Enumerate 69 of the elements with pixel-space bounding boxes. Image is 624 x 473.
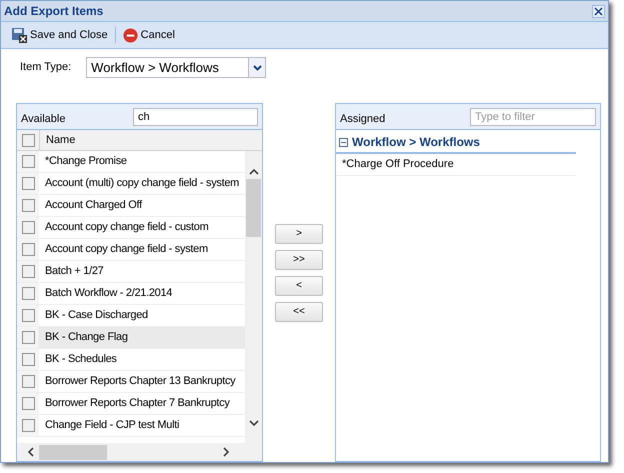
checkbox[interactable] — [22, 287, 34, 300]
item-type-label: Item Type: — [20, 60, 72, 76]
move-button[interactable]: < — [275, 276, 323, 296]
checkbox[interactable] — [22, 419, 34, 432]
vertical-scrollbar[interactable] — [245, 151, 262, 443]
list-row[interactable]: Borrower Reports Chapter 13 Bankruptcy — [17, 371, 245, 393]
save-button[interactable]: Save and Close — [10, 26, 109, 44]
panel-title: Assigned — [340, 112, 386, 128]
list-row[interactable]: Account Charged Off — [17, 195, 245, 217]
group-header[interactable]: Workflow > Workflows — [336, 132, 576, 154]
scroll-right-icon — [223, 447, 230, 457]
list-row[interactable]: *Change Promise — [17, 151, 245, 173]
scrollbar-thumb[interactable] — [39, 444, 107, 460]
checkbox[interactable] — [22, 309, 34, 322]
checkbox[interactable] — [22, 265, 34, 278]
panel-title: Available — [21, 112, 66, 128]
row-label: Batch + 1/27 — [44, 264, 104, 280]
close-icon — [594, 6, 603, 16]
row-label: Account copy change field - custom — [44, 220, 208, 236]
checkbox[interactable] — [22, 221, 34, 234]
checkbox[interactable] — [22, 375, 34, 388]
move-button[interactable]: >> — [275, 250, 323, 270]
row-label: Borrower Reports Chapter 13 Bankruptcy — [44, 374, 236, 390]
scrollbar-thumb[interactable] — [246, 179, 261, 237]
scroll-up-icon — [248, 168, 258, 175]
move-button[interactable]: << — [275, 302, 323, 322]
assigned-row[interactable]: *Charge Off Procedure — [336, 154, 576, 176]
list-row[interactable]: Account copy change field - system — [17, 239, 245, 261]
list-row[interactable]: BK - Schedules — [17, 349, 245, 371]
row-label: Account copy change field - system — [44, 242, 208, 258]
checkbox[interactable] — [22, 353, 34, 366]
list-row[interactable]: BK - Case Discharged — [17, 305, 245, 327]
list-row[interactable]: BK - Change Flag — [17, 327, 245, 349]
list-row[interactable]: Account (multi) copy change field - system — [17, 173, 245, 195]
row-label: Batch Workflow - 2/21.2014 — [44, 286, 172, 302]
list-row[interactable]: Batch + 1/27 — [17, 261, 245, 283]
item-type-dropdown[interactable]: Workflow > Workflows — [86, 57, 266, 78]
collapse-icon — [339, 138, 348, 146]
cancel-icon — [122, 28, 138, 42]
list-row[interactable]: Change Field - CJP test Multi — [17, 415, 245, 437]
checkbox[interactable] — [22, 243, 34, 256]
row-label: *Change Promise — [44, 154, 127, 170]
row-label: Change Field - CJP test Multi — [44, 418, 180, 434]
list-row[interactable]: Borrower Reports Chapter 7 Bankruptcy — [17, 393, 245, 415]
list-row[interactable]: Account copy change field - custom — [17, 217, 245, 239]
row-label: BK - Change Flag — [44, 330, 128, 346]
scroll-down-icon — [248, 420, 258, 427]
scroll-left-icon — [27, 447, 34, 457]
close-button[interactable] — [592, 4, 605, 18]
horizontal-scrollbar[interactable] — [17, 443, 262, 461]
chevron-down-icon — [252, 64, 262, 70]
list-row[interactable]: Batch Workflow - 2/21.2014 — [17, 283, 245, 305]
row-label: BK - Case Discharged — [44, 308, 148, 324]
filter-field[interactable]: ch — [133, 108, 258, 126]
row-label: Borrower Reports Chapter 7 Bankruptcy — [44, 396, 230, 412]
checkbox[interactable] — [22, 134, 34, 146]
row-label: Account Charged Off — [44, 198, 142, 214]
checkbox[interactable] — [22, 397, 34, 410]
row-label: BK - Schedules — [44, 352, 117, 368]
column-header[interactable]: Name — [39, 130, 76, 150]
window-title: Add Export Items — [4, 3, 104, 20]
cancel-button[interactable]: Cancel — [122, 26, 176, 44]
checkbox[interactable] — [22, 331, 34, 344]
checkbox[interactable] — [22, 155, 34, 168]
row-label: Account (multi) copy change field - system — [44, 176, 240, 192]
checkbox[interactable] — [22, 177, 34, 190]
move-button[interactable]: > — [275, 224, 323, 244]
filter-field[interactable]: Type to filter — [470, 108, 596, 126]
checkbox[interactable] — [22, 199, 34, 212]
